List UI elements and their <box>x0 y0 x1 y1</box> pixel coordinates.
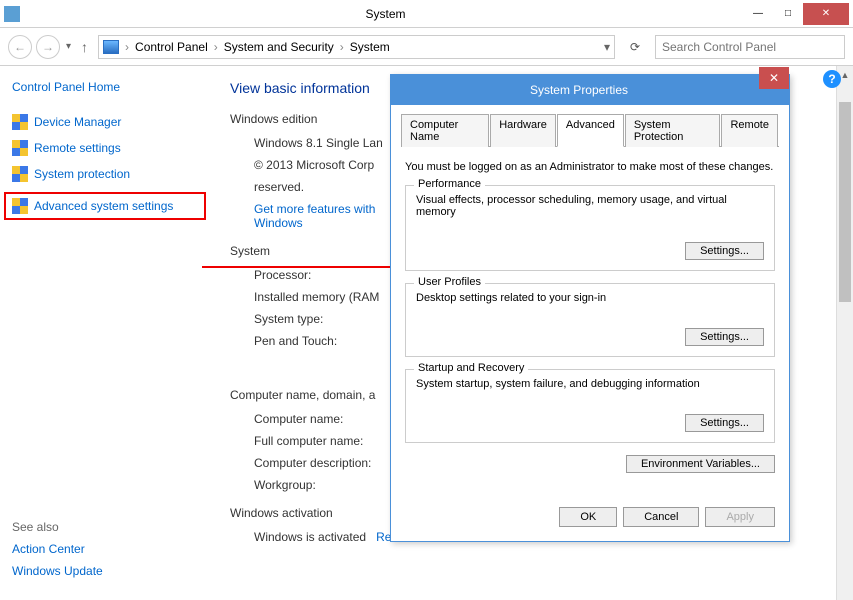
startup-recovery-group-desc: System startup, system failure, and debu… <box>416 378 764 390</box>
back-button[interactable]: ← <box>8 35 32 59</box>
see-also-heading: See also <box>12 520 198 534</box>
startup-recovery-group-title: Startup and Recovery <box>414 362 528 374</box>
chevron-right-icon[interactable]: › <box>340 40 344 54</box>
tab-computer-name[interactable]: Computer Name <box>401 114 489 147</box>
control-panel-home-link[interactable]: Control Panel Home <box>12 80 198 94</box>
sidebar-item-remote-settings[interactable]: Remote settings <box>12 140 198 156</box>
breadcrumb[interactable]: › Control Panel › System and Security › … <box>98 35 615 59</box>
dialog-title: System Properties <box>399 83 759 97</box>
user-profiles-group: User Profiles Desktop settings related t… <box>405 283 775 357</box>
up-button[interactable]: ↑ <box>81 39 88 55</box>
breadcrumb-item[interactable]: Control Panel <box>135 40 208 54</box>
tab-remote[interactable]: Remote <box>721 114 778 147</box>
performance-group-title: Performance <box>414 178 485 190</box>
sidebar-item-system-protection[interactable]: System protection <box>12 166 198 182</box>
minimize-button[interactable]: — <box>743 3 773 25</box>
sidebar-item-label: Remote settings <box>34 141 121 155</box>
performance-group: Performance Visual effects, processor sc… <box>405 185 775 271</box>
shield-icon <box>12 140 28 156</box>
breadcrumb-dropdown-icon[interactable]: ▾ <box>604 40 610 54</box>
startup-recovery-group: Startup and Recovery System startup, sys… <box>405 369 775 443</box>
sidebar: Control Panel Home Device Manager Remote… <box>0 66 210 600</box>
see-also-windows-update[interactable]: Windows Update <box>12 564 198 578</box>
annotation-arrow <box>202 266 412 268</box>
history-dropdown-icon[interactable]: ▾ <box>66 41 71 52</box>
search-input[interactable] <box>655 35 845 59</box>
cancel-button[interactable]: Cancel <box>623 507 699 527</box>
window-titlebar: System — □ ✕ <box>0 0 853 28</box>
sidebar-item-advanced-system-settings[interactable]: Advanced system settings <box>4 192 206 220</box>
startup-recovery-settings-button[interactable]: Settings... <box>685 414 764 432</box>
performance-settings-button[interactable]: Settings... <box>685 242 764 260</box>
sidebar-item-label: Device Manager <box>34 115 121 129</box>
see-also-action-center[interactable]: Action Center <box>12 542 198 556</box>
help-icon[interactable]: ? <box>823 70 841 88</box>
navbar: ← → ▾ ↑ › Control Panel › System and Sec… <box>0 28 853 66</box>
sidebar-item-device-manager[interactable]: Device Manager <box>12 114 198 130</box>
sidebar-item-label: System protection <box>34 167 130 181</box>
tab-advanced[interactable]: Advanced <box>557 114 624 147</box>
shield-icon <box>12 114 28 130</box>
sidebar-item-label: Advanced system settings <box>34 199 173 213</box>
tab-hardware[interactable]: Hardware <box>490 114 556 147</box>
chevron-right-icon[interactable]: › <box>125 40 129 54</box>
window-title: System <box>28 7 743 21</box>
shield-icon <box>12 198 28 214</box>
dialog-close-button[interactable]: ✕ <box>759 67 789 89</box>
close-button[interactable]: ✕ <box>803 3 849 25</box>
admin-note: You must be logged on as an Administrato… <box>405 161 775 173</box>
performance-group-desc: Visual effects, processor scheduling, me… <box>416 194 764 218</box>
breadcrumb-item[interactable]: System <box>350 40 390 54</box>
tab-system-protection[interactable]: System Protection <box>625 114 721 147</box>
window-icon <box>4 6 20 22</box>
chevron-right-icon[interactable]: › <box>214 40 218 54</box>
ok-button[interactable]: OK <box>559 507 617 527</box>
environment-variables-button[interactable]: Environment Variables... <box>626 455 775 473</box>
control-panel-icon <box>103 40 119 54</box>
user-profiles-group-desc: Desktop settings related to your sign-in <box>416 292 764 304</box>
user-profiles-settings-button[interactable]: Settings... <box>685 328 764 346</box>
forward-button[interactable]: → <box>36 35 60 59</box>
apply-button[interactable]: Apply <box>705 507 775 527</box>
dialog-tabs: Computer Name Hardware Advanced System P… <box>401 113 779 147</box>
system-properties-dialog: System Properties ✕ Computer Name Hardwa… <box>390 74 790 542</box>
breadcrumb-item[interactable]: System and Security <box>224 40 334 54</box>
dialog-titlebar[interactable]: System Properties ✕ <box>391 75 789 105</box>
refresh-button[interactable]: ⟳ <box>623 35 647 59</box>
maximize-button[interactable]: □ <box>773 3 803 25</box>
shield-icon <box>12 166 28 182</box>
user-profiles-group-title: User Profiles <box>414 276 485 288</box>
